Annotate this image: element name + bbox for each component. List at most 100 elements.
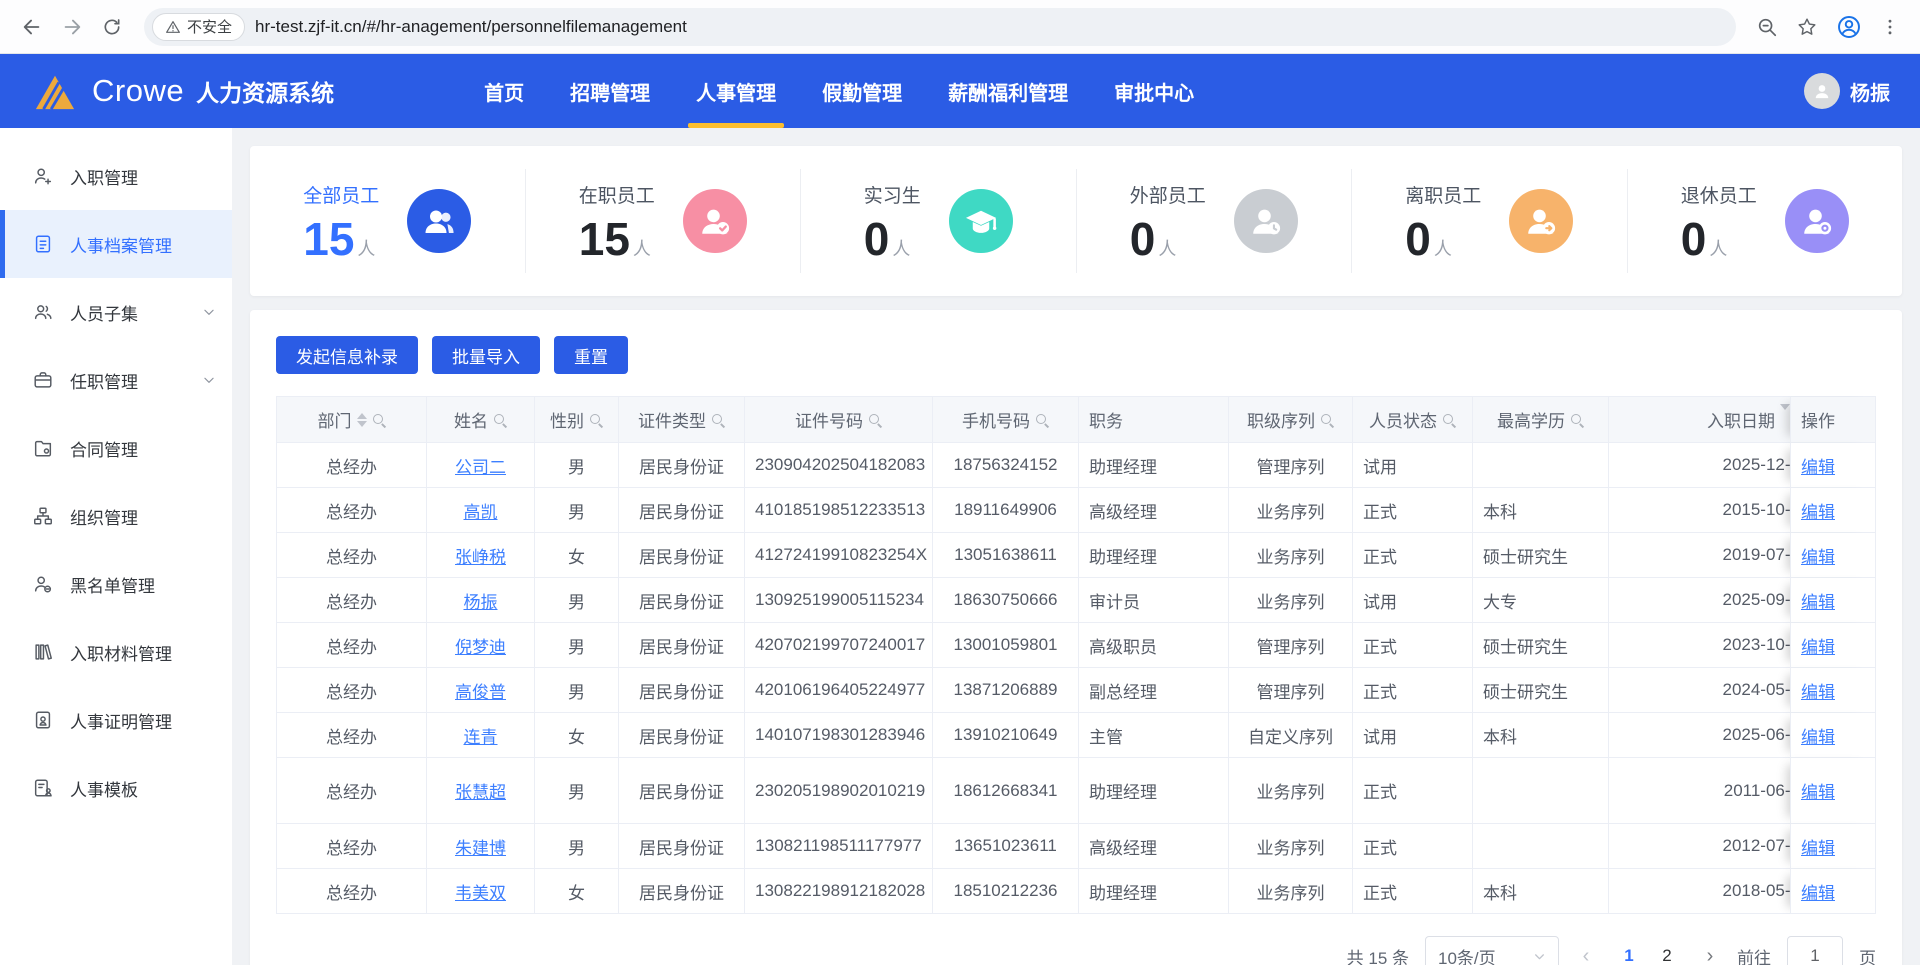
- column-header-7[interactable]: 职级序列: [1229, 397, 1353, 443]
- column-header-2[interactable]: 性别: [535, 397, 619, 443]
- cell-sequence: 业务序列: [1229, 758, 1353, 824]
- column-header-10[interactable]: 入职日期: [1609, 397, 1805, 443]
- nav-item-0[interactable]: 首页: [484, 54, 524, 128]
- column-header-4[interactable]: 证件号码: [745, 397, 933, 443]
- nav-item-1[interactable]: 招聘管理: [570, 54, 650, 128]
- search-icon[interactable]: [493, 413, 507, 427]
- cell-position: 助理经理: [1079, 443, 1229, 488]
- goto-page-input[interactable]: [1787, 936, 1843, 965]
- cell-gender: 男: [535, 758, 619, 824]
- cell-status: 试用: [1353, 578, 1473, 623]
- employee-name-link[interactable]: 朱建博: [455, 839, 506, 858]
- column-header-3[interactable]: 证件类型: [619, 397, 745, 443]
- browser-profile-icon[interactable]: [1836, 14, 1862, 40]
- cell-position: 高级经理: [1079, 488, 1229, 533]
- bookmark-star-icon[interactable]: [1796, 16, 1818, 38]
- search-icon[interactable]: [1035, 413, 1049, 427]
- browser-menu-icon[interactable]: [1880, 17, 1900, 37]
- search-icon[interactable]: [1442, 413, 1456, 427]
- employee-name-link[interactable]: 张慧超: [455, 783, 506, 802]
- edit-link[interactable]: 编辑: [1801, 683, 1835, 702]
- search-icon[interactable]: [1320, 413, 1334, 427]
- column-header-1[interactable]: 姓名: [427, 397, 535, 443]
- browser-forward-button[interactable]: [54, 9, 90, 45]
- employee-name-link[interactable]: 公司二: [455, 458, 506, 477]
- page-button-2[interactable]: 2: [1651, 940, 1683, 965]
- search-icon[interactable]: [589, 413, 603, 427]
- stat-1[interactable]: 在职员工15人: [525, 169, 801, 273]
- edit-link[interactable]: 编辑: [1801, 458, 1835, 477]
- toolbar-button-1[interactable]: 批量导入: [432, 336, 540, 374]
- cell-id_type: 居民身份证: [619, 443, 745, 488]
- sidebar-item-4[interactable]: 合同管理: [0, 414, 232, 482]
- sort-desc-icon[interactable]: [1780, 410, 1790, 430]
- toolbar-button-2[interactable]: 重置: [554, 336, 628, 374]
- nav-item-3[interactable]: 假勤管理: [822, 54, 902, 128]
- sidebar-item-1[interactable]: 人事档案管理: [0, 210, 232, 278]
- refresh-icon: [102, 17, 122, 37]
- edit-link[interactable]: 编辑: [1801, 638, 1835, 657]
- sidebar-item-3[interactable]: 任职管理: [0, 346, 232, 414]
- column-header-9[interactable]: 最高学历: [1473, 397, 1609, 443]
- employee-name-link[interactable]: 高俊普: [455, 683, 506, 702]
- users-group-icon: [407, 189, 471, 253]
- nav-item-5[interactable]: 审批中心: [1114, 54, 1194, 128]
- sidebar-item-label: 合同管理: [70, 436, 138, 461]
- edit-link[interactable]: 编辑: [1801, 503, 1835, 522]
- edit-link[interactable]: 编辑: [1801, 728, 1835, 747]
- column-header-0[interactable]: 部门: [277, 397, 427, 443]
- column-header-8[interactable]: 人员状态: [1353, 397, 1473, 443]
- sidebar-item-2[interactable]: 人员子集: [0, 278, 232, 346]
- browser-back-button[interactable]: [14, 9, 50, 45]
- browser-refresh-button[interactable]: [94, 9, 130, 45]
- sidebar-item-6[interactable]: 黑名单管理: [0, 550, 232, 618]
- page-button-1[interactable]: 1: [1613, 940, 1645, 965]
- sort-icon[interactable]: [357, 413, 367, 427]
- edit-link[interactable]: 编辑: [1801, 548, 1835, 567]
- employee-name-link[interactable]: 高凯: [464, 503, 498, 522]
- search-icon[interactable]: [372, 413, 386, 427]
- security-chip[interactable]: 不安全: [152, 13, 245, 41]
- edit-link[interactable]: 编辑: [1801, 783, 1835, 802]
- address-bar[interactable]: 不安全 hr-test.zjf-it.cn/#/hr-anagement/per…: [144, 8, 1736, 46]
- header-user[interactable]: 杨振: [1804, 73, 1890, 109]
- edit-link[interactable]: 编辑: [1801, 593, 1835, 612]
- search-icon[interactable]: [711, 413, 725, 427]
- cell-position: 副总经理: [1079, 668, 1229, 713]
- stat-2[interactable]: 实习生0人: [800, 169, 1076, 273]
- search-icon[interactable]: [868, 413, 882, 427]
- table-row: 总经办韦美双女居民身份证1308221989121820281851021223…: [277, 869, 1876, 914]
- sidebar-item-7[interactable]: 入职材料管理: [0, 618, 232, 686]
- cell-sequence: 业务序列: [1229, 869, 1353, 914]
- edit-link[interactable]: 编辑: [1801, 884, 1835, 903]
- sidebar-item-8[interactable]: 人事证明管理: [0, 686, 232, 754]
- cell-phone: 18630750666: [933, 578, 1079, 623]
- stat-0[interactable]: 全部员工15人: [250, 169, 525, 273]
- employee-name-link[interactable]: 韦美双: [455, 884, 506, 903]
- cell-gender: 女: [535, 713, 619, 758]
- nav-item-4[interactable]: 薪酬福利管理: [948, 54, 1068, 128]
- employee-name-link[interactable]: 杨振: [464, 593, 498, 612]
- next-page-button[interactable]: ›: [1699, 945, 1721, 965]
- stat-4[interactable]: 离职员工0人: [1351, 169, 1627, 273]
- page-size-select[interactable]: 10条/页: [1425, 936, 1559, 965]
- stat-value: 0人: [1405, 216, 1481, 262]
- sidebar-item-0[interactable]: 入职管理: [0, 142, 232, 210]
- nav-item-2[interactable]: 人事管理: [696, 54, 776, 128]
- toolbar-button-0[interactable]: 发起信息补录: [276, 336, 418, 374]
- zoom-out-icon[interactable]: [1756, 16, 1778, 38]
- sidebar-item-9[interactable]: 人事模板: [0, 754, 232, 822]
- search-icon[interactable]: [1570, 413, 1584, 427]
- employee-name-link[interactable]: 倪梦迪: [455, 638, 506, 657]
- sidebar-item-5[interactable]: 组织管理: [0, 482, 232, 550]
- stat-5[interactable]: 退休员工0人: [1627, 169, 1903, 273]
- column-header-5[interactable]: 手机号码: [933, 397, 1079, 443]
- employee-name-link[interactable]: 张峥税: [455, 548, 506, 567]
- brand-name: Crowe: [92, 73, 184, 109]
- employee-name-link[interactable]: 连青: [464, 728, 498, 747]
- user-retire-icon: [1785, 189, 1849, 253]
- column-header-6[interactable]: 职务: [1079, 397, 1229, 443]
- edit-link[interactable]: 编辑: [1801, 839, 1835, 858]
- stat-3[interactable]: 外部员工0人: [1076, 169, 1352, 273]
- prev-page-button[interactable]: ‹: [1575, 945, 1597, 965]
